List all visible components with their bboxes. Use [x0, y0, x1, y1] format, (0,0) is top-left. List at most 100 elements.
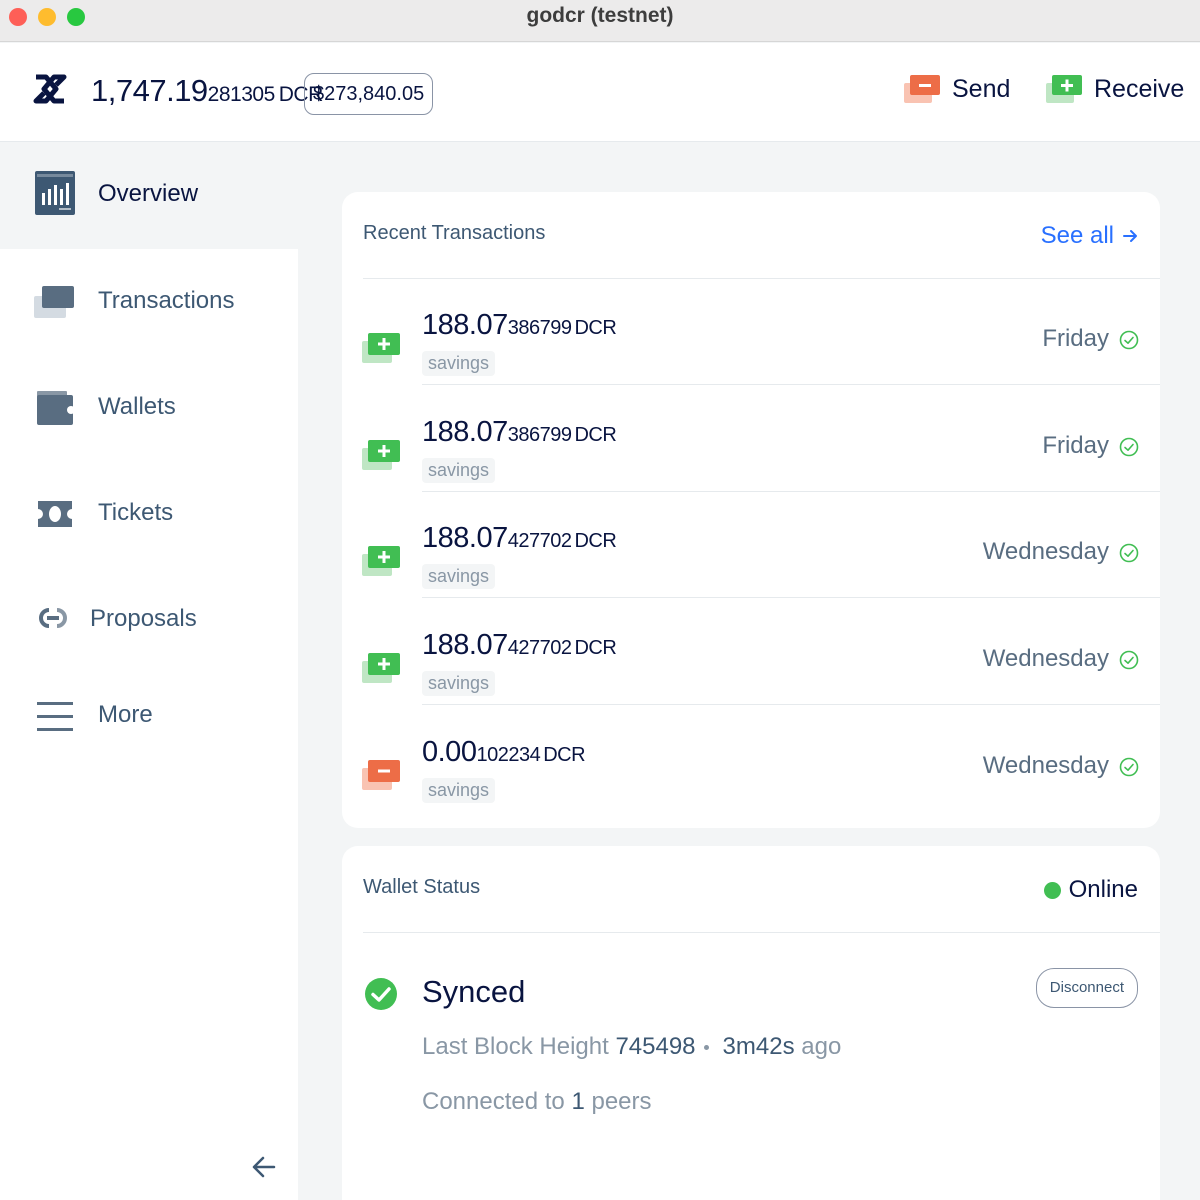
- last-block-info: Last Block Height 745498 3m42s ago: [422, 1033, 841, 1061]
- tx-wallet-badge: savings: [422, 564, 496, 590]
- tx-date: Wednesday: [982, 751, 1109, 779]
- sidebar-item-label: Proposals: [90, 605, 197, 632]
- sidebar-item-label: Wallets: [98, 393, 176, 420]
- total-balance: 1,747.19281305 DCR: [91, 73, 323, 109]
- wallets-icon: [34, 387, 76, 429]
- confirmed-check-icon: [1119, 650, 1139, 670]
- balance-small: 281305: [207, 83, 276, 106]
- sidebar-item-label: Transactions: [98, 287, 235, 314]
- online-label: Online: [1068, 876, 1138, 903]
- transactions-icon: [34, 281, 76, 323]
- proposals-icon: [32, 597, 74, 639]
- sync-status-label: Synced: [422, 974, 526, 1009]
- transaction-row[interactable]: 188.07386799 DCR savings Friday: [342, 386, 1160, 492]
- synced-check-icon: [365, 978, 397, 1010]
- peers-info: Connected to 1 peers: [422, 1088, 652, 1116]
- app-header: 1,747.19281305 DCR $273,840.05 Send Recei…: [0, 43, 1200, 142]
- tx-amount-small: 386799: [507, 423, 572, 446]
- tx-wallet-badge: savings: [422, 671, 496, 697]
- separator-dot: [703, 1045, 709, 1051]
- sidebar-item-more[interactable]: More: [0, 663, 298, 769]
- recent-transactions-card: Recent Transactions See all 188.07386799…: [342, 192, 1160, 828]
- tx-amount-main: 0.00: [422, 735, 477, 768]
- tx-amount-main: 188.07: [422, 629, 508, 662]
- tx-wallet-badge: savings: [422, 777, 496, 803]
- tx-amount-main: 188.07: [422, 415, 508, 448]
- received-tx-icon: [362, 546, 400, 577]
- collapse-sidebar-arrow-icon[interactable]: [250, 1153, 278, 1181]
- peers-label: peers: [591, 1088, 652, 1115]
- disconnect-button[interactable]: Disconnect: [1035, 968, 1138, 1008]
- confirmed-check-icon: [1119, 757, 1139, 777]
- sidebar-item-transactions[interactable]: Transactions: [0, 249, 298, 355]
- see-all-label: See all: [1040, 222, 1114, 249]
- send-button[interactable]: Send: [904, 69, 1010, 109]
- tx-amount-small: 386799: [507, 317, 572, 339]
- wallet-status-card: Wallet Status Online Synced Disconnect L…: [342, 846, 1160, 1200]
- tx-date: Wednesday: [982, 645, 1109, 673]
- send-icon: [904, 75, 940, 103]
- recent-transactions-title: Recent Transactions: [363, 222, 546, 244]
- receive-button[interactable]: Receive: [1046, 69, 1184, 109]
- tx-date: Friday: [1042, 325, 1109, 352]
- tx-amount: 0.00102234 DCR: [422, 735, 586, 769]
- usd-balance-badge: $273,840.05: [304, 73, 434, 115]
- tx-amount-unit: DCR: [574, 637, 617, 660]
- tx-amount-unit: DCR: [574, 530, 617, 553]
- tx-amount-unit: DCR: [543, 743, 586, 766]
- tx-amount-small: 427702: [507, 637, 572, 660]
- last-block-label: Last Block Height: [422, 1033, 609, 1060]
- sidebar-item-label: Tickets: [98, 499, 174, 526]
- received-tx-icon: [362, 653, 400, 684]
- overview-icon: [34, 171, 76, 215]
- confirmed-check-icon: [1119, 544, 1139, 563]
- tx-amount: 188.07427702 DCR: [422, 522, 617, 555]
- tx-amount: 188.07427702 DCR: [422, 629, 617, 662]
- more-icon: [34, 695, 76, 737]
- balance-main: 1,747.19: [91, 73, 208, 108]
- block-age-suffix: ago: [801, 1033, 842, 1060]
- sidebar-item-overview[interactable]: Overview: [0, 143, 298, 249]
- received-tx-icon: [362, 439, 400, 470]
- tx-wallet-badge: savings: [422, 457, 496, 483]
- tx-amount: 188.07386799 DCR: [422, 415, 617, 449]
- tickets-icon: [34, 493, 76, 535]
- sidebar-item-label: Overview: [98, 180, 199, 207]
- tx-date: Wednesday: [982, 538, 1109, 566]
- receive-label: Receive: [1094, 74, 1185, 103]
- sidebar-item-label: More: [98, 701, 153, 728]
- tx-amount-small: 102234: [476, 743, 541, 766]
- transaction-row[interactable]: 188.07386799 DCR savings Friday: [342, 279, 1160, 385]
- sidebar-item-proposals[interactable]: Proposals: [0, 567, 298, 673]
- tx-amount: 188.07386799 DCR: [422, 309, 617, 342]
- tx-amount-main: 188.07: [422, 309, 508, 341]
- tx-amount-main: 188.07: [422, 522, 508, 555]
- transaction-row[interactable]: 188.07427702 DCR savings Wednesday: [342, 492, 1160, 599]
- tx-amount-unit: DCR: [574, 423, 617, 446]
- window-title: godcr (testnet): [526, 4, 674, 27]
- block-height-value: 745498: [615, 1033, 696, 1060]
- transaction-row[interactable]: 188.07427702 DCR savings Wednesday: [342, 599, 1160, 706]
- card-divider: [363, 932, 1160, 933]
- window-titlebar: godcr (testnet): [0, 0, 1200, 42]
- confirmed-check-icon: [1119, 437, 1139, 456]
- decred-logo-icon: [33, 74, 67, 104]
- see-all-link[interactable]: See all: [1041, 222, 1138, 250]
- peers-count: 1: [571, 1088, 585, 1115]
- tx-amount-unit: DCR: [574, 317, 617, 339]
- block-age-value: 3m42s: [722, 1033, 795, 1060]
- online-status-dot: [1043, 881, 1061, 899]
- send-label: Send: [952, 74, 1011, 103]
- confirmed-check-icon: [1119, 330, 1139, 350]
- receive-icon: [1046, 75, 1082, 103]
- sidebar-item-tickets[interactable]: Tickets: [0, 461, 298, 567]
- arrow-right-icon: [1123, 230, 1137, 242]
- sent-tx-icon: [362, 759, 400, 790]
- tx-date: Friday: [1042, 431, 1109, 459]
- transaction-row[interactable]: 0.00102234 DCR savings Wednesday: [342, 706, 1160, 812]
- sidebar-nav: Overview Transactions Wallets Tickets Pr…: [0, 143, 298, 1200]
- tx-amount-small: 427702: [507, 530, 572, 553]
- wallet-status-title: Wallet Status: [363, 876, 481, 898]
- received-tx-icon: [362, 333, 400, 363]
- sidebar-item-wallets[interactable]: Wallets: [0, 355, 298, 461]
